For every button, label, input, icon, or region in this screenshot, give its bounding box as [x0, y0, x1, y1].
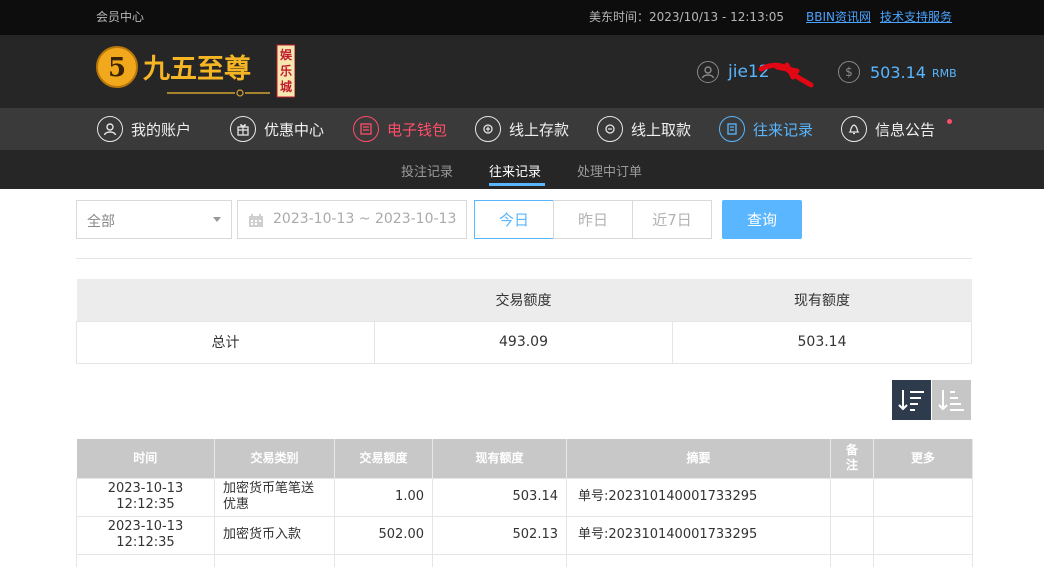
- logo[interactable]: 5 九五至尊 娱乐城: [95, 43, 296, 101]
- type-select-value: 全部: [87, 214, 115, 230]
- balance-info: $ 503.14 RMB: [838, 60, 957, 84]
- date-range-input[interactable]: 2023-10-13 ~ 2023-10-13: [237, 200, 467, 239]
- top-bar: 会员中心 美东时间：2023/10/13 - 12:13:05 BBIN资讯网 …: [0, 0, 1044, 35]
- nav-label: 信息公告: [875, 120, 936, 139]
- cell-time: 2023-10-13 12:12:35: [76, 477, 215, 517]
- nav-announcements[interactable]: 信息公告: [841, 115, 935, 143]
- tab-pending-orders[interactable]: 处理中订单: [577, 161, 642, 180]
- sort-desc-icon: [897, 390, 924, 411]
- main-nav: 我的账户 优惠中心 电子钱包 线上存款 线上取款 往来记录 信息公告: [0, 108, 1044, 150]
- tech-support-link[interactable]: 技术支持服务: [880, 8, 952, 25]
- summary-header-cell: 交易额度: [374, 279, 673, 321]
- deposit-icon: [475, 116, 501, 142]
- tab-transaction-records[interactable]: 往来记录: [489, 161, 541, 180]
- divider: [76, 258, 972, 259]
- nav-promotions[interactable]: 优惠中心: [230, 115, 324, 143]
- cell-remark: [830, 477, 874, 517]
- column-header-balance: 现有额度: [432, 439, 567, 478]
- logo-digit: 5: [108, 53, 126, 83]
- nav-label: 线上取款: [631, 120, 692, 139]
- column-header-more: 更多: [873, 439, 973, 478]
- nav-label: 线上存款: [509, 120, 570, 139]
- nav-label: 优惠中心: [264, 120, 325, 139]
- nav-my-account[interactable]: 我的账户: [97, 115, 191, 143]
- balance-currency: RMB: [931, 67, 957, 80]
- query-button[interactable]: 查询: [722, 200, 802, 239]
- active-tab-underline: [489, 183, 545, 186]
- chevron-down-icon: [213, 217, 221, 222]
- bbin-news-link[interactable]: BBIN资讯网: [806, 8, 871, 25]
- summary-header-row: 交易额度 现有额度: [76, 279, 972, 321]
- date-range-value: 2023-10-13 ~ 2023-10-13: [273, 211, 457, 227]
- column-header-type: 交易类别: [214, 439, 335, 478]
- nav-label: 我的账户: [131, 120, 192, 139]
- table-row: 2023-10-13 12:12:35 加密货币入款 502.00 502.13…: [76, 515, 973, 555]
- type-select[interactable]: 全部: [76, 200, 232, 239]
- eastern-time: 美东时间：2023/10/13 - 12:13:05: [589, 10, 785, 24]
- nav-label: 往来记录: [753, 120, 814, 139]
- summary-current-balance: 503.14: [672, 320, 972, 364]
- column-header-time: 时间: [76, 439, 215, 478]
- withdraw-icon: [597, 116, 623, 142]
- logo-badge: 娱乐城: [279, 48, 292, 94]
- cell-type: 加密货币笔笔送优惠: [214, 477, 335, 517]
- table-row: 2023-10-13 12:12:35 加密货币笔笔送优惠 1.00 503.1…: [76, 477, 973, 517]
- nav-transaction-records[interactable]: 往来记录: [719, 115, 813, 143]
- nav-online-withdraw[interactable]: 线上取款: [597, 115, 691, 143]
- user-icon: [697, 61, 719, 83]
- dollar-icon: $: [838, 61, 860, 83]
- summary-total-label: 总计: [76, 320, 375, 364]
- logo-title: 九五至尊: [143, 54, 251, 85]
- cell-type: 加密货币入款: [214, 515, 335, 555]
- cell-amount: 1.00: [334, 477, 433, 517]
- gift-icon: [230, 116, 256, 142]
- table-row: [76, 553, 973, 567]
- summary-header-cell: 现有额度: [672, 279, 972, 321]
- summary-table: 交易额度 现有额度 总计 493.09 503.14: [76, 279, 972, 364]
- page: 会员中心 美东时间：2023/10/13 - 12:13:05 BBIN资讯网 …: [0, 0, 1044, 567]
- sort-asc-icon: [937, 390, 964, 411]
- cell-balance: 503.14: [432, 477, 567, 517]
- redaction-scribble: [758, 62, 814, 88]
- cell-summary: 单号:202310140001733295: [566, 477, 831, 517]
- yesterday-button[interactable]: 昨日: [553, 200, 633, 239]
- wallet-icon: [353, 116, 379, 142]
- summary-header-cell: [76, 279, 375, 321]
- sort-asc-button[interactable]: [932, 380, 971, 420]
- nav-e-wallet[interactable]: 电子钱包: [353, 115, 447, 143]
- cell-amount: 502.00: [334, 515, 433, 555]
- record-icon: [719, 116, 745, 142]
- bell-icon: [841, 116, 867, 142]
- nav-online-deposit[interactable]: 线上存款: [475, 115, 569, 143]
- cell-balance: 502.13: [432, 515, 567, 555]
- header: 5 九五至尊 娱乐城 jie12 $ 503.14 RMB: [0, 35, 1044, 108]
- cell-more[interactable]: [873, 515, 973, 555]
- column-header-remark: 备注: [830, 439, 874, 478]
- summary-total-row: 总计 493.09 503.14: [76, 320, 972, 364]
- column-header-amount: 交易额度: [334, 439, 433, 478]
- tab-bet-records[interactable]: 投注记录: [401, 161, 453, 180]
- calendar-icon: [249, 214, 263, 227]
- notification-dot: [947, 119, 952, 124]
- balance-amount: 503.14: [870, 62, 926, 82]
- nav-label: 电子钱包: [387, 120, 448, 139]
- sort-desc-button[interactable]: [892, 380, 931, 420]
- user-icon: [97, 116, 123, 142]
- cell-more[interactable]: [873, 477, 973, 517]
- cell-remark: [830, 515, 874, 555]
- summary-total-amount: 493.09: [374, 320, 673, 364]
- transaction-table: 时间 交易类别 交易额度 现有额度 摘要 备注 更多 2023-10-13 12…: [76, 439, 973, 567]
- today-button[interactable]: 今日: [474, 200, 554, 239]
- cell-summary: 单号:202310140001733295: [566, 515, 831, 555]
- cell-time: 2023-10-13 12:12:35: [76, 515, 215, 555]
- table-header-row: 时间 交易类别 交易额度 现有额度 摘要 备注 更多: [76, 439, 973, 478]
- column-header-summary: 摘要: [566, 439, 831, 478]
- last-7-days-button[interactable]: 近7日: [632, 200, 712, 239]
- member-center-label: 会员中心: [96, 10, 145, 24]
